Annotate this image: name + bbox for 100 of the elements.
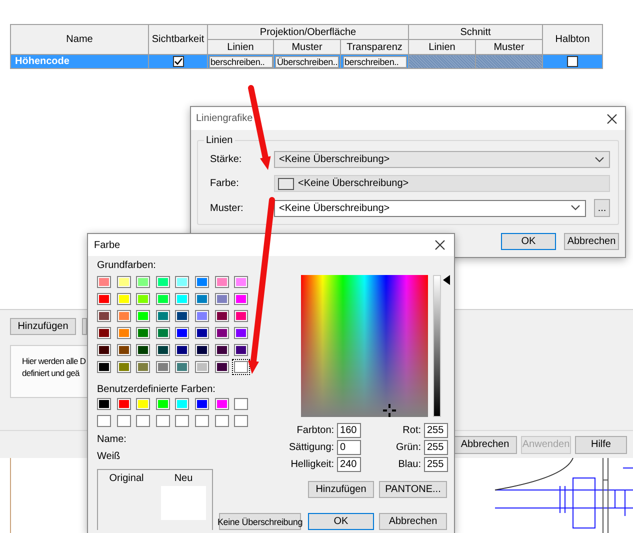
checkbox[interactable] [567, 56, 578, 67]
color-swatch[interactable] [175, 398, 190, 410]
color-swatch[interactable] [214, 293, 229, 305]
color-swatch[interactable] [156, 344, 170, 356]
color-swatch[interactable] [234, 398, 248, 410]
color-swatch[interactable] [175, 310, 190, 322]
color-swatch[interactable] [156, 276, 170, 288]
color-swatch[interactable] [194, 398, 209, 410]
color-swatch[interactable] [214, 310, 229, 322]
dialog-button[interactable]: Hilfe [575, 436, 627, 454]
color-swatch[interactable] [116, 344, 131, 356]
close-icon[interactable] [435, 240, 445, 250]
color-swatch[interactable] [156, 310, 170, 322]
color-swatch[interactable] [116, 361, 131, 373]
input-field[interactable]: 0 [337, 440, 362, 455]
dialog-button[interactable]: Abbrechen [564, 233, 619, 250]
color-swatch[interactable] [116, 276, 131, 288]
dialog-button[interactable]: Hinzufügen [10, 318, 76, 335]
color-swatch[interactable] [194, 293, 209, 305]
dialog-button[interactable]: Abbrechen [379, 513, 447, 530]
color-swatch[interactable] [234, 293, 248, 305]
color-swatch[interactable] [194, 310, 209, 322]
color-swatch[interactable] [214, 327, 229, 339]
color-swatch[interactable] [116, 398, 131, 410]
color-swatch[interactable] [136, 327, 150, 339]
override-button[interactable]: Überschreiben.. [275, 56, 339, 68]
color-swatch[interactable] [116, 310, 131, 322]
field-label: Name: [97, 434, 128, 445]
color-swatch[interactable] [175, 361, 190, 373]
color-swatch[interactable] [136, 344, 150, 356]
input-field[interactable]: 240 [337, 457, 362, 472]
field-label: Rot: [402, 425, 421, 436]
color-swatch[interactable] [214, 344, 229, 356]
color-spectrum[interactable] [301, 275, 428, 417]
color-swatch[interactable] [234, 310, 248, 322]
dialog-button[interactable]: ... [594, 199, 610, 217]
table-row[interactable]: Höhencode berschreiben.. Überschreiben.. berschreiben.. [10, 54, 603, 68]
color-swatch[interactable] [136, 276, 150, 288]
color-swatch[interactable] [156, 327, 170, 339]
dialog-button[interactable]: Abbrechen [453, 436, 517, 454]
close-icon[interactable] [607, 114, 617, 124]
color-swatch[interactable] [136, 310, 150, 322]
color-swatch[interactable] [234, 327, 248, 339]
input-field[interactable]: 255 [424, 440, 448, 455]
dropdown[interactable]: <Keine Überschreibung> [274, 151, 610, 168]
color-swatch[interactable] [194, 361, 209, 373]
color-swatch[interactable] [156, 293, 170, 305]
chevron-down-icon[interactable] [571, 205, 580, 211]
color-swatch[interactable] [97, 276, 111, 288]
color-swatch[interactable] [175, 344, 190, 356]
color-swatch[interactable] [214, 276, 229, 288]
dialog-button[interactable]: OK [501, 233, 556, 250]
color-swatch[interactable] [175, 327, 190, 339]
color-swatch[interactable] [116, 293, 131, 305]
color-swatch[interactable] [97, 344, 111, 356]
color-swatch[interactable] [214, 398, 229, 410]
input-field[interactable]: 255 [424, 423, 448, 438]
color-field[interactable]: <Keine Überschreibung> [274, 175, 610, 192]
color-swatch[interactable] [97, 361, 111, 373]
color-swatch[interactable] [97, 327, 111, 339]
color-swatch[interactable] [136, 293, 150, 305]
color-swatch[interactable] [136, 415, 150, 427]
color-swatch[interactable] [97, 293, 111, 305]
checkbox[interactable] [172, 56, 184, 67]
dropdown[interactable]: <Keine Überschreibung> [274, 200, 586, 216]
override-button[interactable]: berschreiben.. [342, 56, 406, 68]
color-swatch[interactable] [156, 398, 170, 410]
color-swatch[interactable] [194, 276, 209, 288]
color-swatch[interactable] [175, 415, 190, 427]
chevron-down-icon[interactable] [595, 156, 604, 162]
dialog-button[interactable]: Hinzufügen [308, 481, 374, 498]
input-field[interactable]: 160 [337, 423, 362, 438]
luminance-bar[interactable] [432, 275, 441, 417]
dialog-button[interactable]: PANTONE... [379, 481, 447, 498]
color-swatch[interactable] [97, 398, 111, 410]
color-swatch[interactable] [175, 276, 190, 288]
dialog-button[interactable]: OK [308, 513, 374, 530]
crosshair-icon[interactable] [382, 404, 396, 417]
color-swatch[interactable] [136, 398, 150, 410]
color-swatch[interactable] [194, 327, 209, 339]
color-swatch[interactable] [97, 415, 111, 427]
color-swatch[interactable] [214, 415, 229, 427]
color-swatch[interactable] [214, 361, 229, 373]
input-field[interactable]: 255 [424, 457, 448, 472]
color-swatch[interactable] [194, 344, 209, 356]
color-swatch[interactable] [156, 361, 170, 373]
color-swatch[interactable] [116, 327, 131, 339]
color-swatch[interactable] [232, 359, 250, 375]
color-swatch[interactable] [194, 415, 209, 427]
color-swatch[interactable] [234, 415, 248, 427]
color-swatch[interactable] [116, 415, 131, 427]
luminance-pointer-icon[interactable] [442, 275, 450, 285]
color-swatch[interactable] [156, 415, 170, 427]
color-swatch[interactable] [234, 276, 248, 288]
color-swatch[interactable] [234, 344, 248, 356]
override-button[interactable]: berschreiben.. [208, 56, 272, 68]
color-swatch[interactable] [175, 293, 190, 305]
dialog-button[interactable]: Keine Überschreibung [219, 513, 301, 530]
color-swatch[interactable] [136, 361, 150, 373]
color-swatch[interactable] [97, 310, 111, 322]
